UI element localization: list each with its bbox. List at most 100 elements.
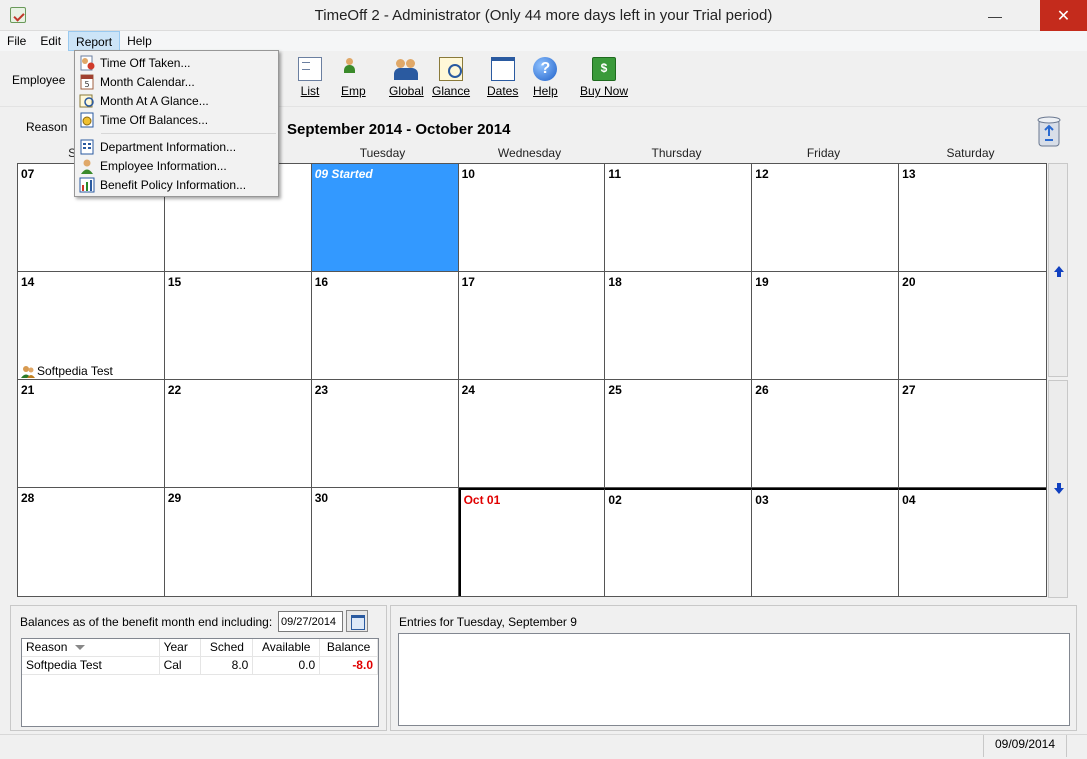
calendar-title: September 2014 - October 2014: [287, 121, 511, 138]
menu-file[interactable]: File: [0, 31, 33, 51]
employee-icon: [21, 365, 35, 378]
cell-reason: Softpedia Test: [22, 657, 160, 675]
entry-label: Softpedia Test: [37, 364, 113, 378]
day-cell-selected[interactable]: 09 Started: [311, 164, 459, 272]
day-cell[interactable]: 10: [458, 164, 606, 272]
day-cell[interactable]: 23: [311, 380, 459, 488]
day-cell[interactable]: 25: [605, 380, 753, 488]
menu-edit[interactable]: Edit: [33, 31, 68, 51]
scroll-down-area[interactable]: [1048, 380, 1068, 598]
calendar-scrollbar[interactable]: [1048, 163, 1068, 598]
minimize-button[interactable]: —: [978, 0, 1012, 31]
day-cell[interactable]: 19: [752, 272, 900, 380]
day-cell[interactable]: 22: [164, 380, 312, 488]
menu-help[interactable]: Help: [120, 31, 159, 51]
calendar-report-icon: 5: [79, 74, 95, 90]
table-row[interactable]: Softpedia Test Cal 8.0 0.0 -8.0: [22, 657, 378, 675]
day-cell[interactable]: 04: [899, 488, 1046, 596]
cell-sched: 8.0: [201, 657, 254, 675]
day-cell[interactable]: 11: [605, 164, 753, 272]
balance-date-input[interactable]: [278, 611, 343, 632]
cell-balance: -8.0: [320, 657, 378, 675]
column-header-balance[interactable]: Balance: [320, 639, 378, 657]
day-cell[interactable]: 15: [164, 272, 312, 380]
menu-item-month-calendar[interactable]: 5 Month Calendar...: [75, 72, 278, 91]
employee-icon: [341, 57, 365, 81]
list-button[interactable]: List: [298, 57, 322, 98]
day-cell[interactable]: 21: [18, 380, 165, 488]
calendar-grid: 07 08 09 Started 10 11 12 13 14 Softpedi…: [17, 163, 1047, 597]
day-cell[interactable]: 16: [311, 272, 459, 380]
reason-label: Reason: [26, 120, 68, 134]
report-menu-dropdown: Time Off Taken... 5 Month Calendar... Mo…: [74, 50, 279, 197]
department-icon: [79, 139, 95, 155]
day-cell[interactable]: 26: [752, 380, 900, 488]
day-header-saturday: Saturday: [946, 146, 995, 160]
day-cell[interactable]: 20: [899, 272, 1046, 380]
menu-item-time-off-taken[interactable]: Time Off Taken...: [75, 53, 278, 72]
balances-panel: Balances as of the benefit month end inc…: [10, 605, 387, 731]
month-calendar: Sunday Monday Tuesday Wednesday Thursday…: [15, 145, 1047, 598]
emp-button[interactable]: Emp: [341, 57, 366, 98]
time-off-entry[interactable]: Softpedia Test: [21, 364, 113, 378]
scroll-up-area[interactable]: [1048, 163, 1068, 377]
group-icon: [394, 57, 419, 81]
menu-item-benefit-policy-information[interactable]: Benefit Policy Information...: [75, 175, 278, 194]
column-header-sched[interactable]: Sched: [201, 639, 254, 657]
global-button[interactable]: Global: [389, 57, 424, 98]
close-button[interactable]: ✕: [1040, 0, 1087, 31]
arrow-up-icon[interactable]: [1053, 266, 1065, 278]
sort-arrow-icon: [75, 645, 86, 651]
list-icon: [298, 57, 322, 81]
menu-item-employee-information[interactable]: Employee Information...: [75, 156, 278, 175]
balances-label: Balances as of the benefit month end inc…: [20, 615, 273, 629]
menu-report[interactable]: Report: [68, 31, 121, 51]
calendar-picker-button[interactable]: [346, 610, 368, 632]
policy-chart-icon: [79, 177, 95, 193]
day-cell[interactable]: 13: [899, 164, 1046, 272]
glance-icon: [79, 93, 95, 109]
entries-panel: Entries for Tuesday, September 9: [390, 605, 1077, 731]
menu-item-time-off-balances[interactable]: Time Off Balances...: [75, 110, 278, 129]
day-cell[interactable]: 12: [752, 164, 900, 272]
buy-now-button[interactable]: Buy Now: [580, 57, 628, 98]
dates-button[interactable]: Dates: [487, 57, 518, 98]
employee-label: Employee: [12, 73, 66, 87]
day-header-friday: Friday: [806, 146, 841, 160]
day-cell[interactable]: 29: [164, 488, 312, 596]
glance-button[interactable]: Glance: [432, 57, 470, 98]
table-header: Reason Year Sched Available Balance: [22, 639, 378, 657]
employee-icon: [79, 158, 95, 174]
balances-table: Reason Year Sched Available Balance Soft…: [21, 638, 379, 727]
day-header-tuesday: Tuesday: [359, 146, 406, 160]
day-cell[interactable]: 02: [605, 488, 753, 596]
day-cell[interactable]: 27: [899, 380, 1046, 488]
day-cell[interactable]: 03: [752, 488, 900, 596]
money-icon: [592, 57, 617, 81]
day-cell[interactable]: 18: [605, 272, 753, 380]
day-header-thursday: Thursday: [651, 146, 702, 160]
entries-list[interactable]: [398, 633, 1070, 726]
menu-separator: [101, 133, 276, 134]
calendar-icon: [490, 57, 515, 81]
column-header-year[interactable]: Year: [159, 639, 202, 657]
day-cell[interactable]: 28: [18, 488, 165, 596]
status-date: 09/09/2014: [983, 735, 1067, 757]
menu-item-department-information[interactable]: Department Information...: [75, 137, 278, 156]
recycle-bin-icon[interactable]: [1034, 114, 1064, 148]
help-button[interactable]: ? Help: [533, 57, 558, 98]
day-cell-month-start[interactable]: Oct 01: [458, 488, 606, 596]
day-cell[interactable]: 17: [458, 272, 606, 380]
report-icon: [79, 55, 95, 71]
column-header-reason[interactable]: Reason: [22, 639, 160, 657]
day-cell[interactable]: 14 Softpedia Test: [18, 272, 165, 380]
day-cell[interactable]: 30: [311, 488, 459, 596]
menu-item-month-at-a-glance[interactable]: Month At A Glance...: [75, 91, 278, 110]
balances-icon: [79, 112, 95, 128]
day-cell[interactable]: 24: [458, 380, 606, 488]
arrow-down-icon[interactable]: [1053, 483, 1065, 495]
day-header-wednesday: Wednesday: [497, 146, 562, 160]
column-header-available[interactable]: Available: [253, 639, 321, 657]
window-title: TimeOff 2 - Administrator (Only 44 more …: [314, 7, 773, 24]
entries-label: Entries for Tuesday, September 9: [399, 615, 577, 629]
